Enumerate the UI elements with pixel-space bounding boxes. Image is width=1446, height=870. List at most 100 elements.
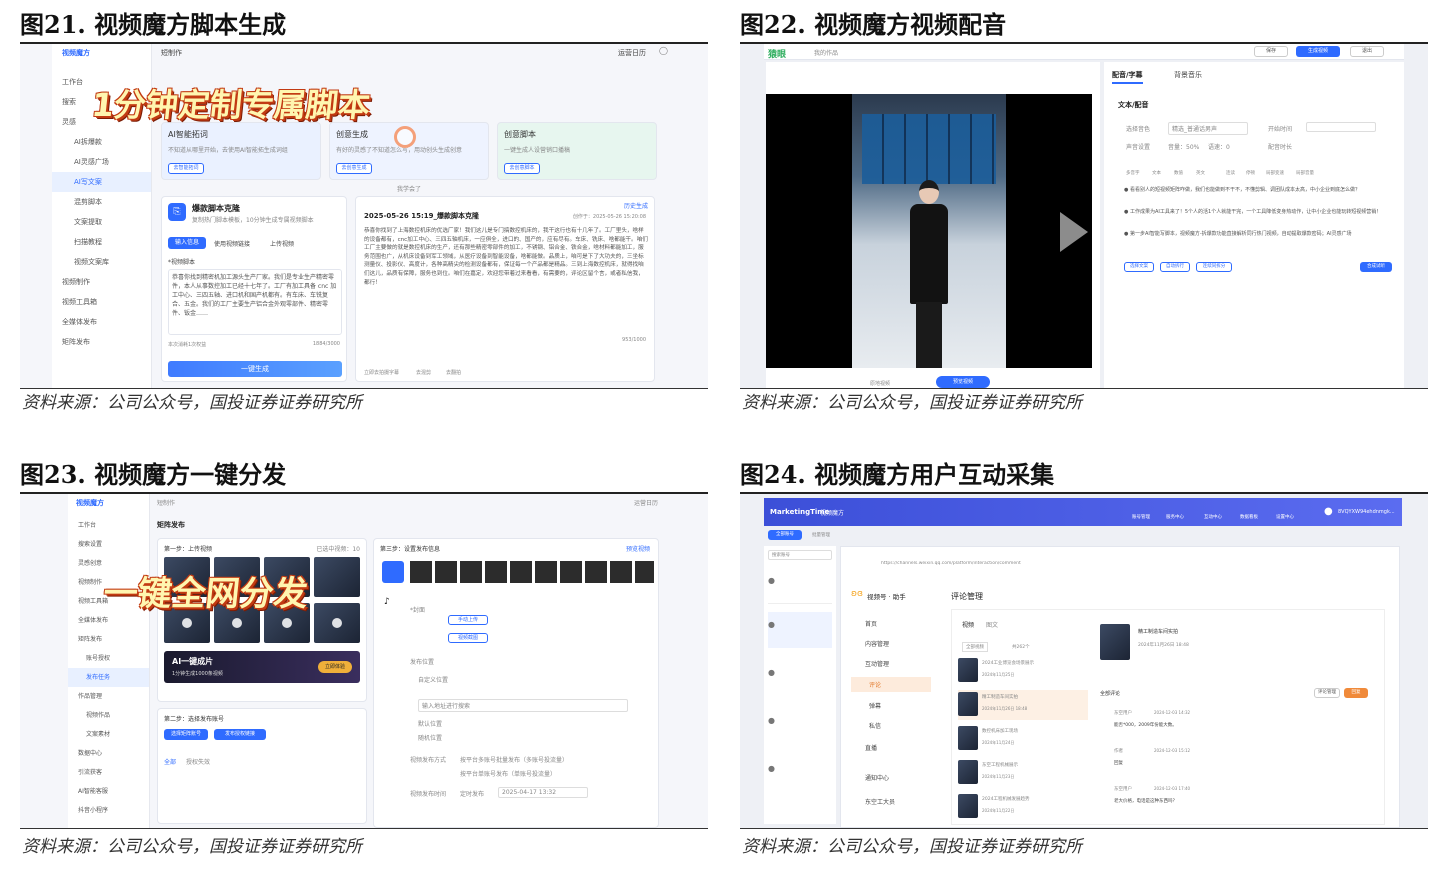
result-action[interactable]: 去翻拍 [446, 369, 461, 376]
sidebar-item[interactable]: 账号授权 [68, 649, 149, 668]
tab-upload-video[interactable]: 上传视频 [270, 239, 294, 248]
toolbar-item[interactable]: 停顿 [1246, 170, 1255, 176]
toolbar-item[interactable]: 多音字 [1126, 170, 1140, 176]
preview-link[interactable]: 预览视频 [626, 544, 650, 553]
tab-dub-subtitle[interactable]: 配音/字幕 [1112, 70, 1143, 84]
location-search[interactable]: 输入地址进行搜索 [418, 699, 628, 712]
menu-item[interactable]: 东空工大员 [865, 797, 895, 806]
video-filter[interactable]: 全部视频 [962, 642, 988, 652]
location-option[interactable]: 随机位置 [418, 733, 442, 742]
compose-preview-button[interactable]: 合成试听 [1360, 262, 1392, 272]
post-item-selected[interactable]: 精工制造车间实拍 2024年11月26日 18:48 [958, 690, 1088, 720]
sidebar-item[interactable]: AI拆爆款 [52, 132, 151, 152]
calendar-link[interactable]: 运营日历 [618, 48, 646, 58]
top-nav-item[interactable]: 数据看板 [1240, 514, 1258, 520]
sidebar-item[interactable]: 矩阵发布 [68, 630, 149, 649]
account-item[interactable]: ● [768, 568, 832, 604]
toolbar-item[interactable]: 数值 [1174, 170, 1183, 176]
menu-item[interactable]: 互动管理 [865, 659, 889, 668]
my-works-link[interactable]: 我的作品 [814, 48, 838, 57]
account-item[interactable]: ● [768, 756, 832, 792]
batch-manage-link[interactable]: 批量管理 [812, 532, 830, 538]
generate-video-button[interactable]: 生成视频 [1296, 46, 1340, 57]
start-time-input[interactable] [1306, 122, 1376, 132]
post-item[interactable]: 东空工程机械展示 2024年11月23日 [958, 758, 1078, 788]
sidebar-item-active[interactable]: 发布任务 [68, 668, 149, 687]
generate-button[interactable]: 一键生成 [168, 361, 342, 377]
toolbar-item[interactable]: 英文 [1196, 170, 1205, 176]
toolbar-item[interactable]: 局部音量 [1296, 170, 1314, 176]
volume-value[interactable]: 音量：50% [1168, 142, 1199, 151]
account-tab-invalid[interactable]: 授权失效 [186, 757, 210, 766]
script-line[interactable]: ● 工作成果为AI工具来了！5个人的活1个人就能干完，一个工具降低变身热动作，让… [1124, 208, 1392, 226]
method-option[interactable]: 按平台多账号批量发布（多账号投流量） [460, 755, 568, 764]
tab-bgm[interactable]: 背景音乐 [1174, 70, 1202, 80]
menu-item[interactable]: 直播 [865, 743, 877, 752]
method-option[interactable]: 按平台单账号发布（单账号投流量） [460, 769, 556, 778]
toolbar-item[interactable]: 局部变速 [1266, 170, 1284, 176]
exit-button[interactable]: 退出 [1350, 46, 1384, 57]
select-matrix-account-button[interactable]: 选择矩阵账号 [164, 729, 208, 740]
play-icon[interactable] [282, 618, 292, 628]
manual-upload-button[interactable]: 手动上传 [448, 615, 488, 625]
sidebar-item[interactable]: 文案素材 [68, 725, 149, 744]
comment-manage-button[interactable]: 评论管理 [1314, 688, 1340, 698]
app-tab[interactable]: 视频魔方 [820, 508, 844, 517]
preview-video-button[interactable]: 预览视频 [936, 376, 990, 388]
all-accounts-button[interactable]: 全部账号 [768, 530, 802, 540]
result-action[interactable]: 立即去拍摄字幕 [364, 369, 399, 376]
menu-item[interactable]: 内容管理 [865, 639, 889, 648]
video-screenshot-button[interactable]: 视频截图 [448, 633, 488, 643]
result-action[interactable]: 去混剪 [416, 369, 431, 376]
sidebar-item[interactable]: 扫描教程 [52, 232, 151, 252]
feature-card[interactable]: 创意脚本 一键生成人设营销口播稿 去创意脚本 [497, 122, 657, 180]
card-button[interactable]: 去创意生成 [336, 163, 372, 174]
play-icon[interactable] [232, 618, 242, 628]
toolbar-item[interactable]: 文本 [1152, 170, 1161, 176]
time-option[interactable]: 定时发布 [460, 789, 484, 798]
sidebar-item[interactable]: 抖音小程序 [68, 801, 149, 820]
play-icon[interactable] [1060, 212, 1088, 252]
account-tab-all[interactable]: 全部 [164, 757, 176, 766]
reply-button[interactable]: 回复 [1344, 688, 1368, 698]
menu-item[interactable]: 首页 [865, 619, 877, 628]
play-icon[interactable] [182, 618, 192, 628]
sidebar-item[interactable]: 视频制作 [52, 272, 151, 292]
sidebar-item[interactable]: 工作台 [68, 516, 149, 535]
post-item[interactable]: 数控机床加工现场 2024年11月24日 [958, 724, 1078, 754]
menu-item[interactable]: 通知中心 [865, 773, 889, 782]
tab-input-info[interactable]: 输入信息 [168, 237, 206, 249]
tab-image-text[interactable]: 图文 [986, 620, 998, 629]
location-option[interactable]: 自定义位置 [418, 675, 448, 684]
sidebar-item[interactable]: 文案提取 [52, 212, 151, 232]
sidebar-item[interactable]: 视频文案库 [52, 252, 151, 272]
sidebar-item[interactable]: 引流获客 [68, 763, 149, 782]
learn-link[interactable]: 我学会了 [397, 184, 421, 193]
account-item[interactable]: ● [768, 660, 832, 696]
account-item[interactable]: ● [768, 708, 832, 744]
sidebar-item-active[interactable]: AI写文案 [52, 172, 151, 192]
top-nav-item[interactable]: 设置中心 [1276, 514, 1294, 520]
video-control[interactable]: 原地视频 [870, 380, 890, 387]
user-avatar-icon[interactable]: ● [1324, 506, 1333, 517]
script-line[interactable]: ● 看看别人的短视频矩阵咋做，我们也能做到不干不，不懂剪辑、调团队成本太高，中小… [1124, 186, 1392, 204]
ai-promo-card[interactable]: AI一键成片 1分钟生成1000条视频 立即体验 [164, 651, 360, 683]
top-nav-item[interactable]: 账号管理 [1132, 514, 1150, 520]
menu-item[interactable]: 私信 [869, 721, 881, 730]
video-thumb[interactable] [314, 557, 360, 597]
publish-auth-link-button[interactable]: 发布授权链接 [214, 729, 266, 740]
auto-split-button[interactable]: 自动拆行 [1160, 262, 1190, 272]
top-nav-item[interactable]: 互动中心 [1204, 514, 1222, 520]
video-thumb[interactable] [314, 603, 360, 643]
select-copy-button[interactable]: 选择文案 [1124, 262, 1154, 272]
voice-select[interactable]: 精选_普通话男声 [1168, 122, 1248, 135]
sidebar-item[interactable]: 混剪脚本 [52, 192, 151, 212]
sidebar-item[interactable]: 作品管理 [68, 687, 149, 706]
continuous-split-button[interactable]: 连续同拆分 [1196, 262, 1232, 272]
save-button[interactable]: 保存 [1254, 46, 1288, 57]
post-item[interactable]: 2024工程机械发展趋势 2024年11月22日 [958, 792, 1078, 822]
top-nav-item[interactable]: 服务中心 [1166, 514, 1184, 520]
sidebar-item[interactable]: 搜索设置 [68, 535, 149, 554]
sidebar-item[interactable]: 数据中心 [68, 744, 149, 763]
sidebar-item[interactable]: 矩阵发布 [52, 332, 151, 352]
